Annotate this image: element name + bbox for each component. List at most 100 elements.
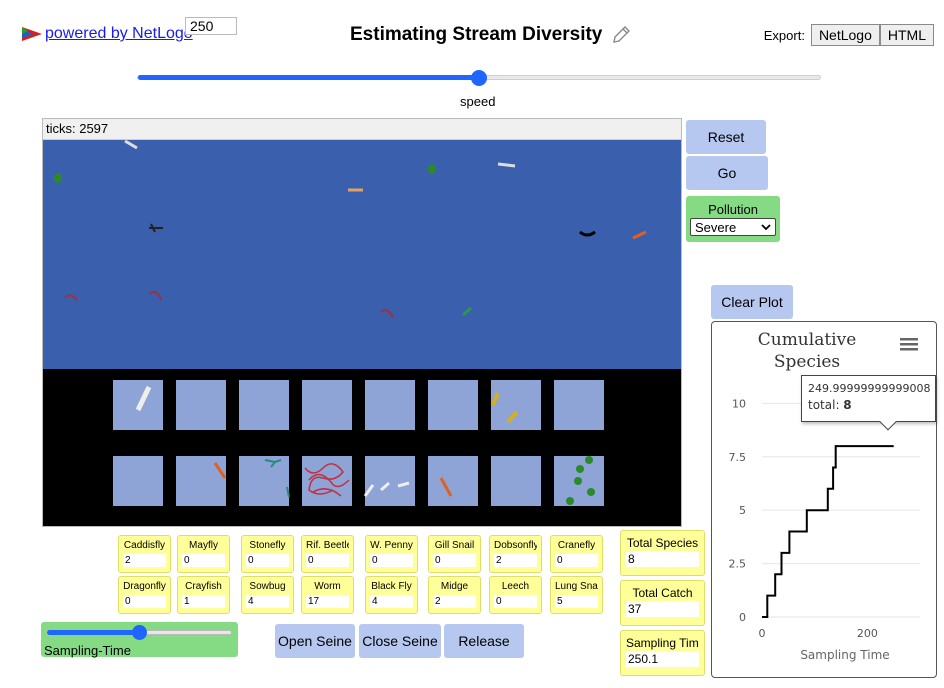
tooltip-x-value: 249.99999999999008: [808, 382, 931, 395]
speed-slider-fill: [138, 75, 479, 80]
x-tick-label: 200: [857, 627, 878, 640]
go-button[interactable]: Go: [686, 156, 768, 190]
species-monitor: Crayfish 1: [177, 576, 230, 614]
tray-cell: [176, 456, 226, 506]
y-tick-label: 10: [732, 397, 746, 410]
y-tick-label: 2.5: [729, 558, 747, 571]
species-monitor-value: 5: [555, 595, 598, 608]
export-netlogo-button[interactable]: NetLogo: [810, 24, 880, 46]
speed-slider[interactable]: [137, 70, 821, 86]
pollution-select[interactable]: Severe: [690, 218, 776, 236]
sampling-time-track[interactable]: [46, 625, 232, 640]
species-monitor: Caddisfly 2: [118, 535, 171, 573]
tray-cell: [239, 456, 289, 506]
species-monitor: Midge 2: [428, 576, 481, 614]
total-species-value: 8: [626, 551, 699, 567]
ticks-counter: ticks: 2597: [43, 119, 681, 140]
species-monitor-label: Lung Snail: [555, 581, 598, 592]
species-monitor-label: Gill Snail: [434, 540, 475, 551]
sampling-time-fill: [47, 630, 139, 635]
sampling-time-slider[interactable]: Sampling-Time: [41, 622, 238, 658]
species-monitor-value: 0: [182, 554, 225, 567]
open-seine-button[interactable]: Open Seine: [275, 624, 355, 658]
species-monitor: Dragonfly 0: [118, 576, 171, 614]
species-monitor-label: Dobsonfly: [494, 540, 537, 551]
model-title-bar: Estimating Stream Diversity: [350, 24, 632, 46]
powered-by-netlogo-link[interactable]: powered by NetLogo: [22, 25, 193, 43]
powered-by-label[interactable]: powered by NetLogo: [45, 25, 193, 43]
species-monitor: Leech 0: [489, 576, 542, 614]
tray-cell: [428, 380, 478, 430]
total-catch-monitor: Total Catch 37: [620, 580, 705, 626]
pollution-label: Pollution: [708, 202, 758, 217]
total-species-monitor: Total Species 8: [620, 530, 705, 576]
chart-tooltip: 249.99999999999008 total: 8: [801, 375, 936, 431]
tray-cell: [491, 380, 541, 430]
stream-water: [43, 140, 681, 369]
release-button[interactable]: Release: [444, 624, 524, 658]
cumulative-species-plot: Cumulative Species 0 2.5 5 7.5 10 0 200 Samplin…: [711, 321, 937, 678]
netlogo-world-view[interactable]: ticks: 2597: [42, 118, 682, 527]
species-monitor-value: 0: [494, 595, 537, 608]
close-seine-button[interactable]: Close Seine: [359, 624, 441, 658]
species-monitor: Cranefly 0: [550, 535, 603, 573]
x-axis-label: Sampling Time: [800, 648, 889, 662]
species-monitor: Black Fly 4: [365, 576, 418, 614]
world-canvas[interactable]: [43, 140, 682, 527]
tray-cell: [365, 456, 415, 506]
edit-pencil-icon[interactable]: [610, 24, 632, 46]
species-monitor-value: 1: [182, 595, 225, 608]
species-monitor-value: 2: [433, 595, 476, 608]
y-tick-label: 5: [739, 504, 746, 517]
species-monitor-value: 4: [370, 595, 413, 608]
page-title: Estimating Stream Diversity: [350, 24, 603, 45]
total-catch-value: 37: [626, 601, 699, 617]
sampling-time-slider-value[interactable]: 250: [185, 17, 237, 35]
tray-cell: [365, 380, 415, 430]
tray-cell: [428, 456, 478, 506]
sampling-time-slider-label: Sampling-Time: [44, 643, 131, 658]
species-monitor: Gill Snail 0: [428, 535, 481, 573]
species-monitor-value: 0: [123, 595, 166, 608]
species-monitor: W. Penny 0: [365, 535, 418, 573]
y-tick-label: 0: [739, 611, 746, 624]
species-monitor-value: 0: [246, 554, 289, 567]
tooltip-series-label: total:: [808, 398, 844, 412]
species-monitor-label: Rif. Beetle: [306, 540, 349, 551]
species-monitor: Worm 17: [301, 576, 354, 614]
species-monitor-label: Leech: [501, 581, 530, 592]
netlogo-logo-icon: [22, 27, 42, 41]
reset-button[interactable]: Reset: [686, 120, 766, 154]
species-monitor-label: Crayfish: [185, 581, 222, 592]
export-bar: Export: NetLogo HTML: [764, 24, 934, 46]
chevron-down-icon: [761, 224, 771, 231]
sampling-time-thumb[interactable]: [132, 625, 147, 640]
species-monitor-label: Mayfly: [189, 540, 218, 551]
species-monitor: Mayfly 0: [177, 535, 230, 573]
species-monitor: Sowbug 4: [241, 576, 294, 614]
x-tick-label: 0: [759, 627, 766, 640]
clear-plot-button[interactable]: Clear Plot: [711, 285, 793, 319]
export-html-button[interactable]: HTML: [879, 24, 934, 46]
species-monitor-label: Midge: [440, 581, 469, 592]
tray-cell: [302, 456, 352, 506]
species-monitor-value: 0: [555, 554, 598, 567]
series-line-total[interactable]: [762, 445, 894, 618]
total-species-label: Total Species: [626, 536, 699, 550]
species-monitor-value: 2: [494, 554, 537, 567]
species-monitor: Stonefly 0: [241, 535, 294, 573]
species-monitor-label: Cranefly: [557, 540, 596, 551]
tray-cell: [554, 380, 604, 430]
tray-cell: [113, 456, 163, 506]
species-monitor-label: Caddisfly: [123, 540, 166, 551]
tray-cell: [239, 380, 289, 430]
y-tick-label: 7.5: [729, 451, 747, 464]
species-monitor-value: 0: [370, 554, 413, 567]
pollution-chooser[interactable]: Pollution Severe: [686, 196, 780, 242]
total-catch-label: Total Catch: [632, 586, 693, 600]
sampling-time-label: Sampling Time: [626, 636, 699, 650]
speed-slider-thumb[interactable]: [471, 70, 487, 86]
species-monitor-label: W. Penny: [370, 540, 413, 551]
pollution-selected-value: Severe: [695, 219, 737, 235]
species-monitor-value: 17: [306, 595, 349, 608]
